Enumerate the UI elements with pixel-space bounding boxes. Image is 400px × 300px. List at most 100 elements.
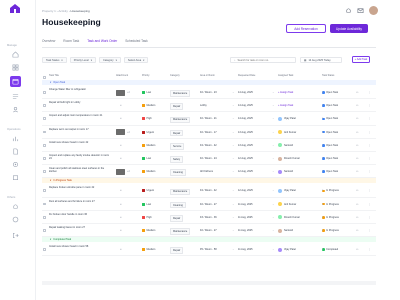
assignee-name[interactable]: Vijay Patel [284,189,296,192]
comment-icon[interactable]: ▭ [356,203,358,206]
task-title[interactable]: Install new shower head in room 42 [49,141,111,144]
more-options-icon[interactable]: ⋮ [368,248,371,251]
assign-task-link[interactable]: + Assign Task [278,91,293,94]
comment-icon[interactable]: ▭ [356,189,358,192]
comment-icon[interactable]: ▭ [356,104,358,107]
paperclip-icon[interactable]: ⌀ [120,104,122,107]
table-row[interactable]: Dust all surfaces and furniture in room … [42,198,376,211]
assignee-name[interactable]: Vijay Patel [284,248,296,251]
col-task-title[interactable]: Task Title [49,74,59,77]
status-badge[interactable]: Open Task ▾ [322,104,338,107]
row-checkbox[interactable] [43,157,46,160]
row-checkbox[interactable] [43,104,46,108]
more-options-icon[interactable]: ⋮ [368,131,371,134]
more-options-icon[interactable]: ⋮ [368,104,371,107]
paperclip-icon[interactable]: ⌀ [120,117,122,120]
col-task-status[interactable]: Task Status [322,74,334,77]
task-title[interactable]: Clean and polish all stainless steel sur… [49,167,111,173]
status-badge[interactable]: In Progress ▾ [322,203,339,206]
task-title[interactable]: Replace worn out carpet in room 17 [49,128,111,131]
group-completed-task[interactable]: ▾ Completed Task [42,237,376,243]
more-options-icon[interactable]: ⋮ [368,229,371,232]
paperclip-icon[interactable]: ⌀ [120,144,122,147]
row-checkbox[interactable] [43,202,46,206]
assignee-name[interactable]: Anil Kumar [284,131,296,134]
paperclip-icon[interactable]: ⌀ [120,157,122,160]
comment-icon[interactable]: ▭ [356,170,358,173]
assign-task-link[interactable]: + Assign Task [278,104,293,107]
select-all-checkbox[interactable] [43,76,46,79]
row-checkbox[interactable] [43,229,46,232]
filter-category[interactable]: Category ▾ [99,57,121,63]
assignee-name[interactable]: Santosh [284,170,293,173]
comment-icon[interactable]: ▭ [356,131,358,134]
assignee-name[interactable]: Vijay Patel [284,117,296,120]
task-title[interactable]: Replace broken window pane in room 42 [49,186,111,189]
status-badge[interactable]: In Progress ▾ [322,229,339,232]
more-options-icon[interactable]: ⋮ [368,91,371,94]
table-row[interactable]: Repair all bulb light in Lobby ⌀ Medium Rep… [42,99,376,113]
status-badge[interactable]: Open Task ▾ [322,144,338,147]
sidebar-item-notifications[interactable] [10,201,21,212]
table-row[interactable]: Clean and polish all stainless steel sur… [42,165,376,179]
bell-icon[interactable] [345,7,352,14]
sidebar-item-inventory[interactable] [10,172,21,183]
status-badge[interactable]: Completed ▾ [322,248,338,251]
sidebar-item-help[interactable] [10,214,21,225]
col-requested-date[interactable]: Requested Date [238,74,255,77]
col-attachment[interactable]: Attachment [116,74,128,77]
attachment-thumbnail[interactable] [116,168,125,175]
paperclip-icon[interactable]: ⌀ [120,203,122,206]
tab-room-task[interactable]: Room Task [63,39,79,47]
breadcrumb-root[interactable]: Property 1 [42,9,56,13]
task-title[interactable]: Inspect and replace any faulty smoke det… [49,154,111,160]
table-row[interactable]: Repair leaking faucet in room 27 ⌀ Medium M… [42,224,376,238]
table-row[interactable]: Inspect and replace any faulty smoke det… [42,152,376,166]
paperclip-icon[interactable]: ⌀ [120,216,122,219]
assignee-name[interactable]: Dinesh Kumar [284,157,300,160]
attachment-thumbnail[interactable] [116,129,125,136]
more-options-icon[interactable]: ⋮ [368,216,371,219]
paperclip-icon[interactable]: ⌀ [120,189,122,192]
update-availability-button[interactable]: Update Availability [330,24,368,33]
paperclip-icon[interactable]: ⌀ [120,229,122,232]
sidebar-item-logout[interactable] [10,230,21,241]
table-row[interactable]: Install new shower head in room 58 ⌀ Mediu… [42,243,376,257]
filter-select-area[interactable]: Select Area ▾ [123,57,149,63]
group-in-progress-task[interactable]: ▾ In Progress Task [42,178,376,184]
more-options-icon[interactable]: ⋮ [368,203,371,206]
status-badge[interactable]: Open Task ▾ [322,117,338,120]
table-row[interactable]: Inspect and adjust room temperature in r… [42,112,376,126]
more-options-icon[interactable]: ⋮ [368,189,371,192]
app-logo-icon[interactable] [10,4,20,13]
date-filter[interactable]: ▦ 14 Aug 2025 Today [300,57,342,63]
user-avatar[interactable] [369,6,378,15]
sidebar-item-home[interactable] [10,49,21,60]
mail-icon[interactable] [357,7,364,14]
status-badge[interactable]: Open Task ▾ [322,131,338,134]
table-row[interactable]: Install new shower head in room 42 ⌀ Mediu… [42,139,376,152]
assignee-name[interactable]: Anil Kumar [284,203,296,206]
sidebar-item-chart[interactable] [10,133,21,144]
row-checkbox[interactable] [43,91,46,94]
filter-priority-level[interactable]: Priority Level ▾ [69,57,97,63]
sidebar-item-settings[interactable] [10,159,21,170]
tab-scheduled-task[interactable]: Scheduled Task [125,39,147,47]
col-assigned-task[interactable]: Assigned Task [278,74,293,77]
search-input[interactable] [237,58,293,62]
assignee-name[interactable]: Santosh [284,144,293,147]
task-title[interactable]: Install new shower head in room 58 [49,245,111,248]
paperclip-icon[interactable]: ⌀ [120,248,122,251]
comment-icon[interactable]: ▭ [356,144,358,147]
comment-icon[interactable]: ▭ [356,248,358,251]
row-checkbox[interactable] [43,215,46,219]
status-badge[interactable]: In Progress ▾ [322,216,339,219]
add-reservation-button[interactable]: Add Reservation [286,24,326,33]
sidebar-item-grid[interactable] [10,62,21,73]
assignee-name[interactable]: Santosh [284,229,293,232]
row-checkbox[interactable] [43,189,46,193]
sidebar-item-tasks[interactable] [10,91,21,102]
row-checkbox[interactable] [43,248,46,252]
more-options-icon[interactable]: ⋮ [368,144,371,147]
table-row[interactable]: Change Water filter in refrigerator +2 Low… [42,86,376,100]
